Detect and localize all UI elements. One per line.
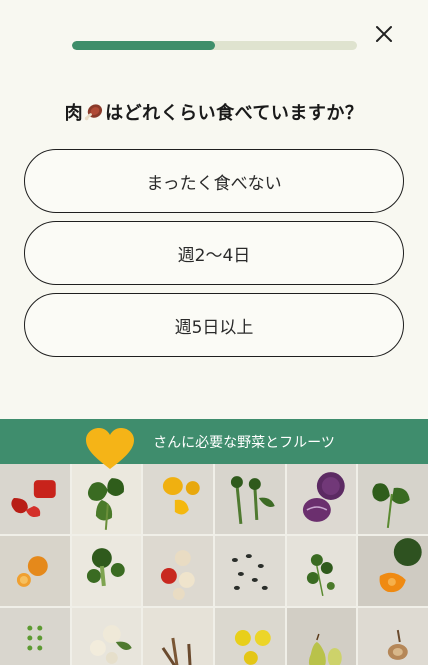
question-text-before: 肉 (64, 103, 84, 124)
option-2-4-days[interactable]: 週2〜4日 (24, 221, 404, 285)
heart-icon (86, 428, 134, 469)
produce-tile-green-peas (0, 608, 70, 665)
produce-tile-cauliflower (71, 608, 142, 665)
produce-tile-red-cabbage (286, 464, 357, 534)
produce-tile-red-bell-pepper (0, 464, 70, 534)
produce-tile-kale (71, 464, 142, 534)
close-button[interactable] (372, 22, 396, 46)
produce-tile-burdock (143, 608, 213, 665)
produce-tile-pear (286, 608, 357, 665)
produce-tile-yellow-bell-pepper (143, 464, 213, 534)
option-label: まったく食べない (146, 173, 282, 194)
produce-tile-broccolini (214, 464, 285, 534)
produce-tile-broccoli (71, 536, 142, 606)
produce-tile-kabocha (358, 536, 428, 606)
meat-icon (84, 104, 103, 121)
produce-tile-potato (358, 608, 428, 665)
question-title: 肉 はどれくらい食べていますか？ (0, 99, 428, 125)
progress-bar-fill (72, 41, 215, 50)
produce-tile-parsley (286, 536, 357, 606)
produce-tile-beans (214, 536, 285, 606)
close-icon (376, 26, 392, 42)
option-5-plus-days[interactable]: 週5日以上 (24, 293, 404, 357)
option-label: 週2〜4日 (177, 245, 251, 266)
option-label: 週5日以上 (174, 317, 254, 338)
banner-text: さんに必要な野菜とフルーツ (153, 434, 335, 451)
recommendation-banner: さんに必要な野菜とフルーツ (0, 419, 428, 464)
produce-tile-orange (0, 536, 70, 606)
produce-tile-lemon (214, 608, 285, 665)
produce-tile-kale (358, 464, 428, 534)
question-text-after: はどれくらい食べていますか？ (105, 103, 364, 124)
produce-tile-apple (143, 536, 213, 606)
produce-gallery (0, 464, 428, 665)
option-never[interactable]: まったく食べない (24, 149, 404, 213)
progress-bar (72, 41, 357, 50)
